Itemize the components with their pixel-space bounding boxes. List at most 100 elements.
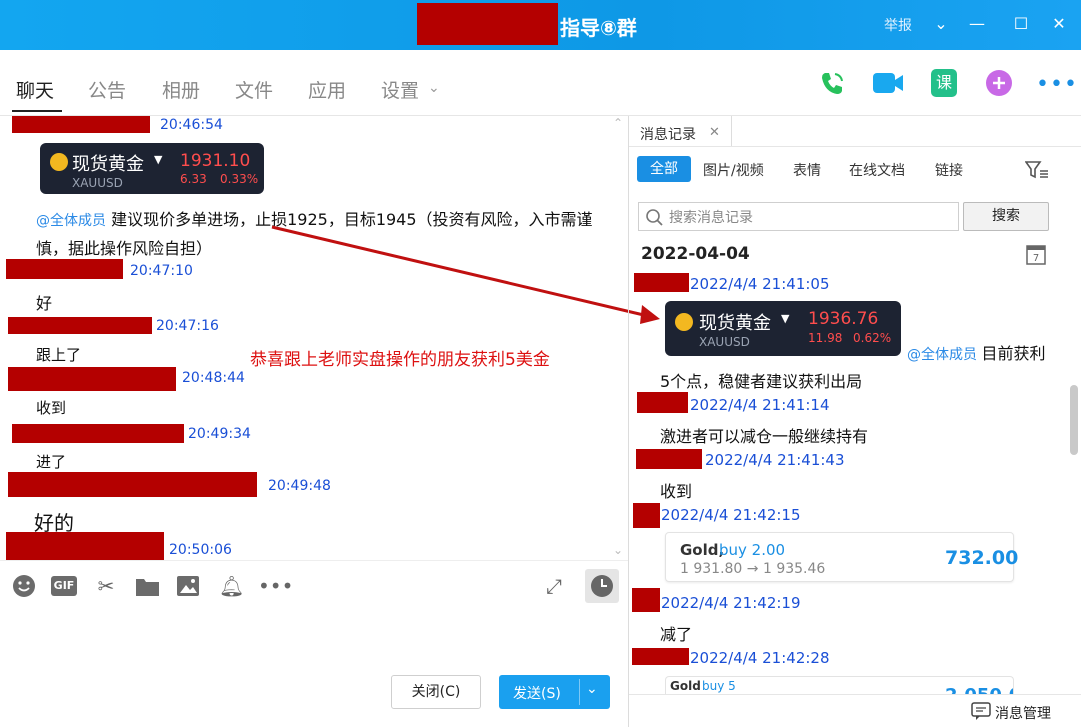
filter-stickers[interactable]: 表情 (793, 160, 821, 180)
history-time: 2022/4/4 21:42:19 (661, 594, 801, 612)
more-icon[interactable]: ••• (1036, 72, 1078, 97)
send-label: 发送(S) (513, 686, 561, 702)
add-app-icon[interactable] (985, 69, 1015, 99)
gif-icon[interactable]: GIF (51, 576, 77, 596)
history-time: 2022/4/4 21:42:28 (690, 649, 830, 667)
filter-all[interactable]: 全部 (637, 156, 691, 182)
more-icon[interactable]: ••• (258, 574, 293, 598)
redacted-sender (6, 259, 123, 279)
tab-apps[interactable]: 应用 (308, 76, 346, 103)
trade-profit: 732.00 (945, 547, 1019, 569)
collapse-down-icon[interactable]: ⌄ (613, 543, 623, 557)
message-manage-link[interactable]: 消息管理 (995, 703, 1051, 723)
history-scrollbar[interactable] (1070, 385, 1078, 455)
redacted-sender (633, 503, 660, 528)
video-call-icon[interactable] (872, 70, 904, 96)
dropdown-icon: ▼ (781, 312, 790, 325)
close-icon[interactable]: ✕ (1048, 13, 1070, 35)
search-icon (646, 209, 663, 226)
active-tab-underline (12, 110, 62, 112)
close-button[interactable]: 关闭(C) (391, 675, 481, 709)
coin-icon (675, 313, 693, 331)
redacted-sender (636, 449, 702, 469)
gold-quote-percent: 0.62% (853, 331, 892, 345)
svg-text:7: 7 (1033, 253, 1039, 264)
report-link[interactable]: 举报 (884, 15, 912, 35)
filter-links[interactable]: 链接 (935, 160, 963, 180)
qq-group-window: 指导⑧群 举报 ⌄ — ☐ ✕ 聊天 公告 相册 文件 应用 设置 ⌄ 课 ••… (0, 0, 1081, 727)
emoji-icon[interactable] (12, 574, 36, 598)
calendar-icon[interactable]: 7 (1026, 243, 1046, 265)
trade-result-card[interactable]: Gold buy 5 2,050.00 (665, 676, 1014, 694)
message-time: 20:50:06 (169, 542, 232, 558)
chevron-down-icon[interactable]: ⌄ (586, 681, 598, 697)
coin-icon (50, 153, 68, 171)
message-text: 收到 (36, 399, 67, 417)
tab-album[interactable]: 相册 (162, 76, 200, 103)
history-message: 减了 (660, 625, 693, 644)
redacted-group-name (417, 3, 558, 45)
redacted-sender (632, 588, 660, 612)
redacted-sender (8, 367, 176, 391)
chevron-down-icon[interactable]: ⌄ (930, 13, 952, 35)
gold-quote-price: 1936.76 (808, 309, 879, 329)
history-message: 5个点，稳健者建议获利出局 (660, 372, 863, 391)
tab-rule (629, 146, 1081, 147)
trade-side: buy 5 (702, 679, 736, 693)
gold-quote-name: 现货黄金 (72, 154, 144, 175)
bell-icon[interactable]: 🔔︎ (219, 574, 244, 598)
trade-route: 1 931.80 → 1 935.46 (680, 561, 826, 577)
gold-quote-change: 6.33 (180, 172, 207, 186)
mention-all[interactable]: @全体成员 (907, 347, 977, 363)
close-icon[interactable]: ✕ (709, 125, 720, 140)
tab-chat[interactable]: 聊天 (16, 76, 54, 103)
folder-icon[interactable] (135, 575, 160, 597)
redacted-sender (12, 424, 184, 443)
gold-quote-symbol: XAUUSD (699, 335, 750, 349)
gold-quote-card[interactable]: 现货黄金 ▼ XAUUSD 1931.10 6.33 0.33% (40, 143, 264, 194)
filter-media[interactable]: 图片/视频 (703, 160, 764, 180)
mention-text: 目前获利 (981, 344, 1046, 363)
message-text: 好 (36, 294, 53, 313)
trade-profit: 2,050.00 (945, 685, 1013, 694)
maximize-icon[interactable]: ☐ (1010, 13, 1032, 35)
tab-settings[interactable]: 设置 (381, 76, 419, 103)
gold-quote-price: 1931.10 (180, 151, 251, 171)
history-time: 2022/4/4 21:41:14 (690, 396, 830, 414)
trade-asset: Gold (670, 679, 701, 693)
image-icon[interactable] (176, 575, 200, 597)
message-time: 20:47:10 (130, 263, 193, 279)
message-time: 20:46:54 (160, 117, 223, 133)
voice-call-icon[interactable] (817, 68, 847, 98)
gold-quote-card[interactable]: 现货黄金 ▼ XAUUSD 1936.76 11.98 0.62% (665, 301, 901, 356)
expand-icon[interactable]: ⤢ (542, 574, 566, 598)
gold-quote-name: 现货黄金 (699, 313, 771, 334)
scissors-icon[interactable]: ✂ (94, 574, 118, 598)
filter-documents[interactable]: 在线文档 (849, 160, 905, 180)
gold-quote-change: 11.98 (808, 331, 843, 345)
history-search-input[interactable]: 搜索消息记录 (638, 202, 959, 231)
search-button[interactable]: 搜索 (963, 202, 1049, 231)
course-icon[interactable]: 课 (931, 69, 957, 97)
dropdown-icon: ▼ (154, 153, 163, 166)
tab-files[interactable]: 文件 (235, 76, 273, 103)
history-toggle-button[interactable] (585, 569, 619, 603)
redacted-sender (6, 532, 164, 560)
clock-icon (591, 575, 613, 597)
filter-icon[interactable] (1025, 160, 1049, 180)
redacted-sender (632, 648, 689, 665)
history-time: 2022/4/4 21:41:43 (705, 451, 845, 469)
history-message: 收到 (660, 482, 693, 501)
history-tab[interactable]: 消息记录 (640, 124, 696, 144)
minimize-icon[interactable]: — (966, 13, 988, 35)
send-button[interactable]: 发送(S) ⌄ (499, 675, 610, 709)
collapse-up-icon[interactable]: ⌃ (613, 116, 623, 130)
redacted-sender (8, 472, 257, 497)
mention-all[interactable]: @全体成员 (36, 213, 106, 229)
history-message: 激进者可以减仓一般继续持有 (660, 427, 869, 446)
redacted-sender (637, 392, 688, 413)
message-time: 20:47:16 (156, 318, 219, 334)
trade-result-card[interactable]: Gold, buy 2.00 1 931.80 → 1 935.46 732.0… (665, 532, 1018, 582)
message-manage-icon[interactable] (971, 702, 991, 720)
tab-announcements[interactable]: 公告 (88, 76, 126, 103)
